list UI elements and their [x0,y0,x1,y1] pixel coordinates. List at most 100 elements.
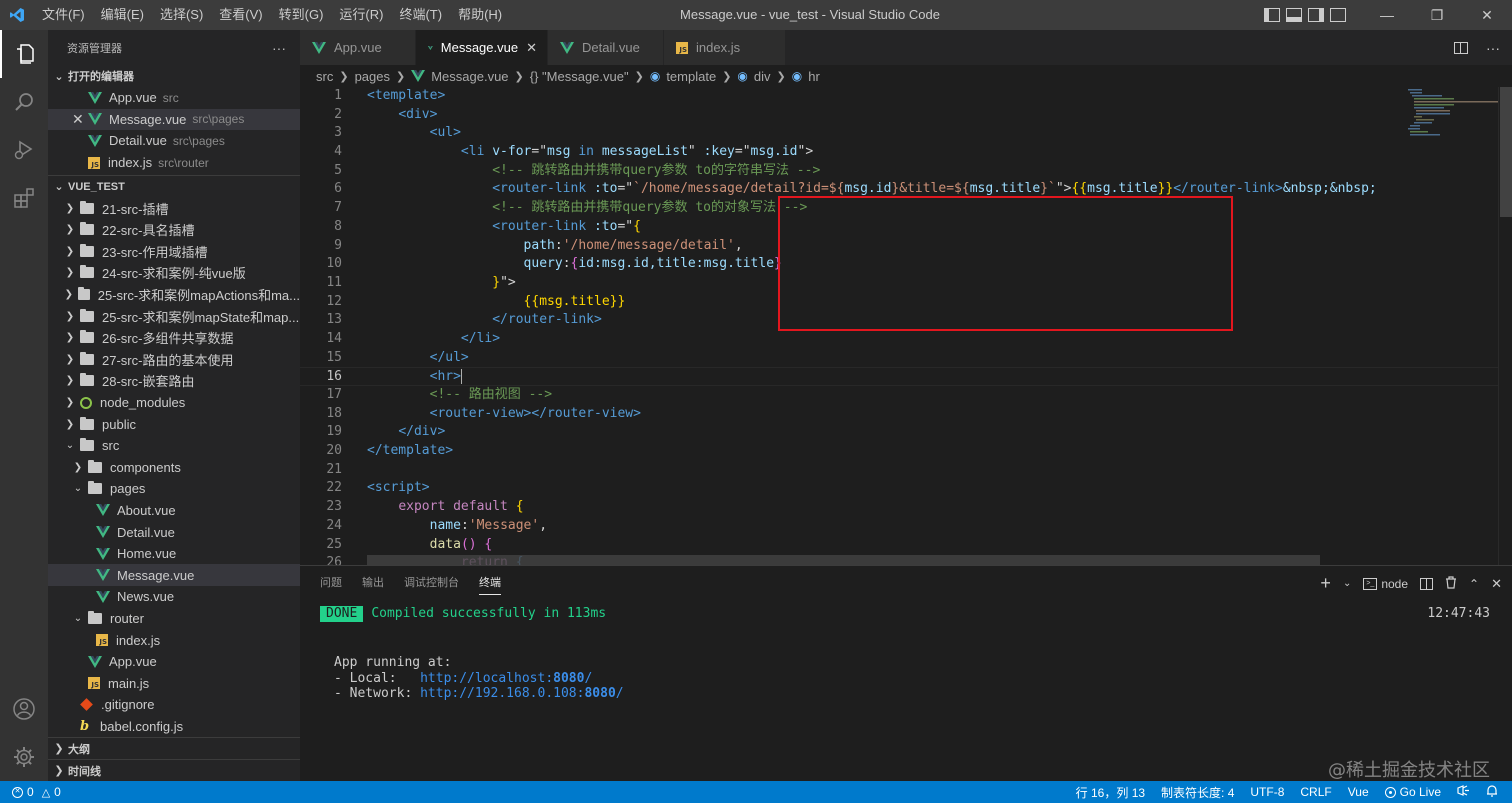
tree-file[interactable]: About.vue [48,500,300,522]
account-icon[interactable] [0,685,48,733]
tree-file[interactable]: JS main.js [48,672,300,694]
menu-file[interactable]: 文件(F) [34,0,93,30]
split-terminal-icon[interactable] [1420,577,1434,590]
tree-folder[interactable]: ⌄ src [48,435,300,457]
line-ending[interactable]: CRLF [1300,785,1331,799]
tree-folder[interactable]: ⌄ router [48,608,300,630]
menu-terminal[interactable]: 终端(T) [391,0,450,30]
tree-file[interactable]: b babel.config.js [48,716,300,738]
close-tab-icon[interactable]: ✕ [526,40,537,56]
problems-status[interactable]: ✕ 0 △ 0 [0,785,61,799]
tree-folder[interactable]: ❯ 28-src-嵌套路由 [48,370,300,392]
local-port[interactable]: 8080 [553,671,584,686]
tree-folder[interactable]: ❯ 22-src-具名插槽 [48,219,300,241]
split-editor-icon[interactable] [1454,41,1468,54]
tree-file[interactable]: News.vue [48,586,300,608]
tab-index-js[interactable]: JS index.js [664,30,786,65]
tab-message-vue[interactable]: Message.vue ✕ [416,30,548,65]
tree-folder[interactable]: ⌄ pages [48,478,300,500]
breadcrumb-item[interactable]: src [316,69,333,84]
extensions-icon[interactable] [0,174,48,222]
horizontal-scrollbar[interactable] [367,555,1320,565]
close-panel-icon[interactable]: ✕ [1491,576,1502,592]
breadcrumb-item[interactable]: {} "Message.vue" [530,69,629,84]
restore-icon[interactable]: ❐ [1412,0,1462,30]
tree-folder[interactable]: ❯ 25-src-求和案例mapActions和ma... [48,284,300,306]
tree-folder[interactable]: ❯ 23-src-作用域插槽 [48,241,300,263]
run-debug-icon[interactable] [0,126,48,174]
breadcrumb-item[interactable]: template [666,69,716,84]
go-live-button[interactable]: Go Live [1384,785,1441,799]
tree-folder[interactable]: ❯ public [48,413,300,435]
open-editor-item[interactable]: ✕ Message.vue src\pages [48,108,300,131]
more-actions-icon[interactable]: ··· [1486,40,1500,56]
network-url-tail[interactable]: / [616,686,624,701]
breadcrumb-item[interactable]: pages [355,69,390,84]
tree-folder[interactable]: ❯ 27-src-路由的基本使用 [48,349,300,371]
toggle-primary-sidebar-icon[interactable] [1264,8,1280,22]
tree-file[interactable]: JS index.js [48,629,300,651]
breadcrumb-item[interactable]: hr [808,69,820,84]
tree-folder[interactable]: ❯ components [48,457,300,479]
tree-folder[interactable]: ❯ 26-src-多组件共享数据 [48,327,300,349]
language-mode[interactable]: Vue [1348,785,1369,799]
close-editor-icon[interactable]: ✕ [72,111,84,128]
customize-layout-icon[interactable] [1330,8,1346,22]
code-editor[interactable]: 1 <template> 2 <div> 3 <ul> 4 <li v-for="… [300,87,1512,565]
more-actions-icon[interactable]: ··· [272,40,286,56]
open-editor-item[interactable]: Detail.vue src\pages [48,130,300,152]
scrollbar-thumb[interactable] [1500,87,1512,217]
tab-size[interactable]: 制表符长度: 4 [1161,784,1234,801]
open-editors-section[interactable]: ⌄ 打开的编辑器 [48,65,300,87]
encoding[interactable]: UTF-8 [1250,785,1284,799]
close-window-icon[interactable]: ✕ [1462,0,1512,30]
timeline-section[interactable]: ❯ 时间线 [48,759,300,781]
chevron-down-icon[interactable]: ⌄ [1343,578,1351,589]
tree-file[interactable]: App.vue [48,651,300,673]
breadcrumb-item[interactable]: Message.vue [431,69,508,84]
tree-file[interactable]: Home.vue [48,543,300,565]
tree-file-selected[interactable]: Message.vue [48,564,300,587]
open-editor-item[interactable]: JS index.js src\router [48,152,300,174]
tab-output[interactable]: 输出 [352,566,394,601]
tree-file[interactable]: Detail.vue [48,521,300,543]
menu-view[interactable]: 查看(V) [211,0,270,30]
terminal-output[interactable]: DONE Compiled successfully in 113ms 12:47:… [320,606,1490,702]
menu-run[interactable]: 运行(R) [331,0,391,30]
tab-problems[interactable]: 问题 [310,566,352,601]
notifications-bell-icon[interactable] [1486,784,1498,800]
tab-terminal[interactable]: 终端 [469,566,511,601]
open-editor-item[interactable]: App.vue src [48,87,300,109]
tree-folder[interactable]: ❯ 25-src-求和案例mapState和map... [48,305,300,327]
explorer-icon[interactable] [0,30,48,78]
network-url-link[interactable]: http://192.168.0.108: [420,686,584,701]
trash-icon[interactable] [1445,575,1457,592]
vertical-scrollbar[interactable] [1498,87,1512,565]
new-terminal-icon[interactable]: + [1320,573,1331,594]
outline-section[interactable]: ❯ 大纲 [48,737,300,759]
toggle-secondary-sidebar-icon[interactable] [1308,8,1324,22]
terminal-select[interactable]: >_ node [1363,577,1408,591]
network-port[interactable]: 8080 [584,686,615,701]
menu-selection[interactable]: 选择(S) [152,0,211,30]
tab-detail-vue[interactable]: Detail.vue [548,30,664,65]
menu-edit[interactable]: 编辑(E) [93,0,152,30]
tree-file[interactable]: .gitignore [48,694,300,716]
toggle-panel-icon[interactable] [1286,8,1302,22]
project-section[interactable]: ⌄ VUE_TEST [48,175,300,197]
tree-folder[interactable]: ❯ node_modules [48,392,300,414]
maximize-panel-icon[interactable]: ⌃ [1469,577,1479,591]
breadcrumb-item[interactable]: div [754,69,771,84]
tab-debug-console[interactable]: 调试控制台 [394,566,469,601]
search-icon[interactable] [0,78,48,126]
local-url-tail[interactable]: / [584,671,592,686]
tree-folder[interactable]: ❯ 24-src-求和案例-纯vue版 [48,262,300,284]
tab-app-vue[interactable]: App.vue [300,30,416,65]
feedback-icon[interactable] [1457,784,1470,800]
settings-gear-icon[interactable] [0,733,48,781]
menu-go[interactable]: 转到(G) [271,0,332,30]
menu-help[interactable]: 帮助(H) [450,0,510,30]
minimize-icon[interactable]: — [1362,0,1412,30]
tree-folder[interactable]: ❯ 21-src-插槽 [48,197,300,219]
local-url-link[interactable]: http://localhost: [420,671,553,686]
